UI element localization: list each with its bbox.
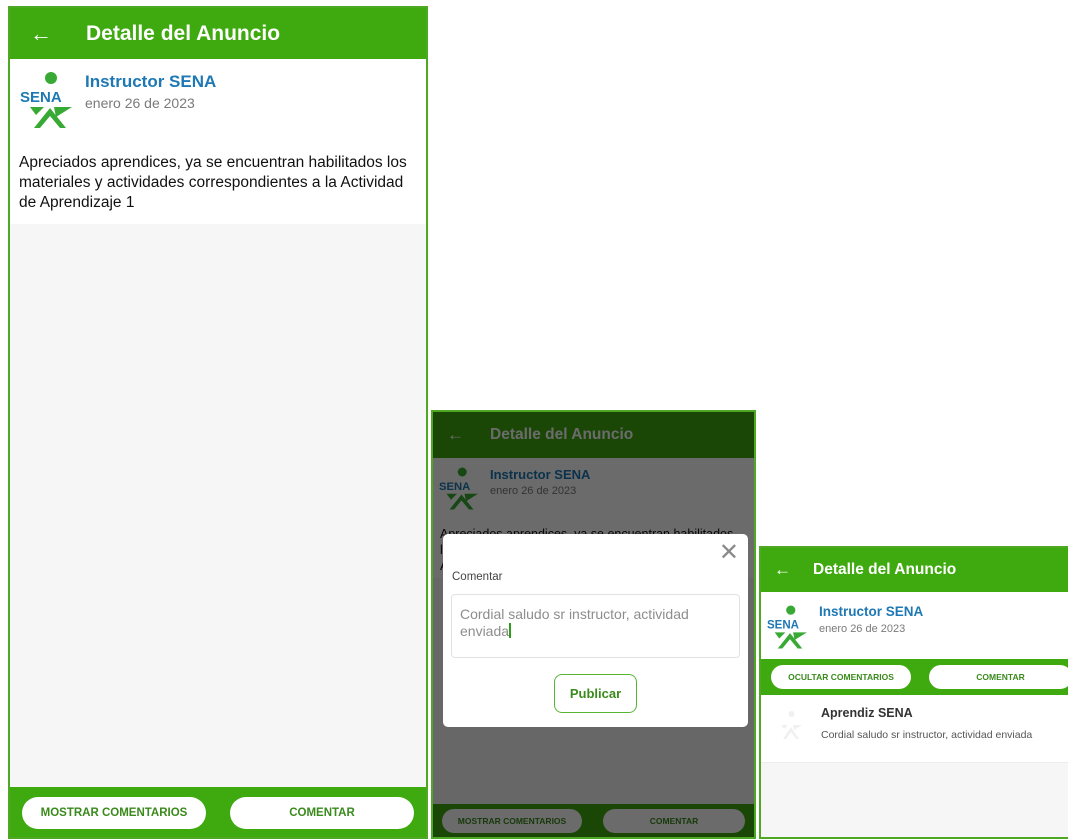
comment-item: Aprendiz SENA Cordial saludo sr instruct… [761,695,1068,763]
screen-comment-dialog: ← Detalle del Anuncio SENA Instructor SE… [431,410,756,839]
sena-logo-icon: SENA [20,72,72,128]
app-bar: ← Detalle del Anuncio [10,8,426,59]
comment-label: Comentar [452,571,503,583]
comment-dialog: ✕ Comentar Cordial saludo sr instructor,… [443,534,748,727]
post-header: SENA Instructor SENA enero 26 de 2023 [761,592,1068,659]
comment-author: Aprendiz SENA [821,706,913,720]
publish-button[interactable]: Publicar [554,674,637,713]
comment-button[interactable]: COMENTAR [230,797,414,829]
comment-text: Cordial saludo sr instructor, actividad … [821,729,1033,741]
show-comments-button[interactable]: MOSTRAR COMENTARIOS [22,797,206,829]
bottom-action-bar: MOSTRAR COMENTARIOS COMENTAR [10,787,426,837]
hide-comments-button[interactable]: OCULTAR COMENTARIOS [771,665,911,689]
screen-announcement-detail: ← Detalle del Anuncio SENA Instructor SE… [8,6,428,839]
post-date: enero 26 de 2023 [819,623,906,635]
post-author: Instructor SENA [819,604,924,619]
comment-button[interactable]: COMENTAR [929,665,1068,689]
post-body: Apreciados aprendices, ya se encuentran … [10,140,426,224]
comment-action-bar: OCULTAR COMENTARIOS COMENTAR [761,659,1068,695]
comment-input[interactable]: Cordial saludo sr instructor, actividad … [451,594,740,658]
post-date: enero 26 de 2023 [85,95,195,111]
close-icon[interactable]: ✕ [719,538,739,567]
back-arrow-icon[interactable]: ← [774,560,791,580]
commenter-avatar-icon [781,711,802,739]
post-author: Instructor SENA [85,72,217,91]
sena-logo-icon: SENA [767,605,807,649]
comment-input-value: Cordial saludo sr instructor, actividad … [460,606,689,639]
post-body-text: Apreciados aprendices, ya se encuentran … [19,154,407,211]
screen-comments-shown: ← Detalle del Anuncio SENA Instructor SE… [759,546,1068,839]
svg-text:SENA: SENA [20,89,62,106]
page-title: Detalle del Anuncio [86,21,281,45]
page-title: Detalle del Anuncio [813,561,957,578]
back-arrow-icon[interactable]: ← [30,21,52,47]
app-bar: ← Detalle del Anuncio [761,548,1068,592]
text-caret [509,623,511,638]
svg-text:SENA: SENA [767,620,799,632]
post-header: SENA Instructor SENA enero 26 de 2023 [10,59,426,140]
